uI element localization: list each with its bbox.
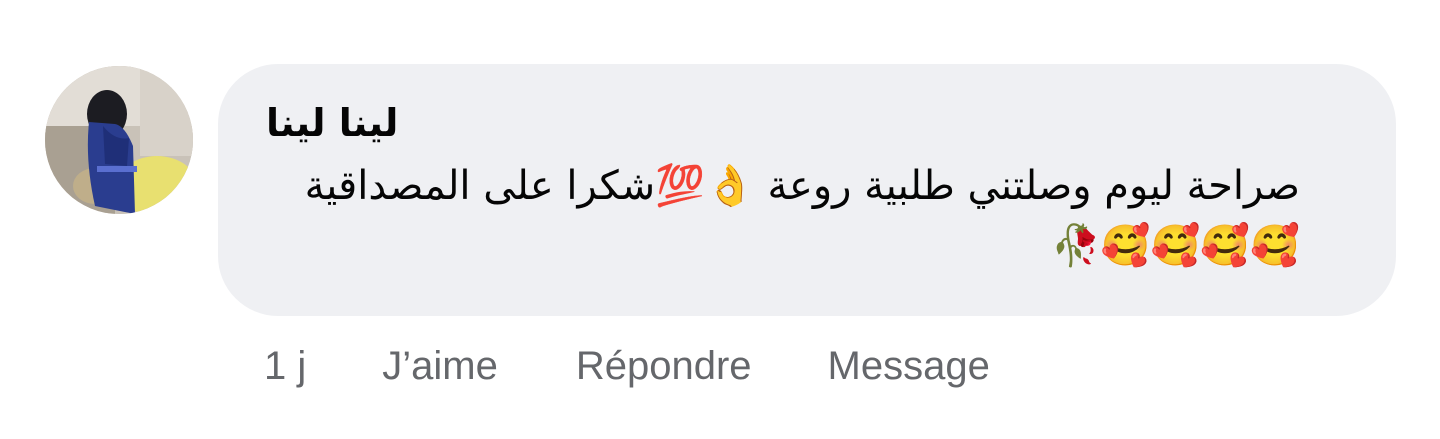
reply-button[interactable]: Répondre <box>576 344 752 389</box>
avatar-photo <box>45 66 193 214</box>
comment-bubble: لينا لينا صراحة ليوم وصلتني طلبية روعة 👌… <box>218 64 1396 316</box>
comment-author[interactable]: لينا لينا <box>266 98 398 148</box>
comment-actions: 1 j J’aime Répondre Message <box>264 338 990 394</box>
comment: لينا لينا صراحة ليوم وصلتني طلبية روعة 👌… <box>0 0 1440 439</box>
avatar[interactable] <box>45 66 193 214</box>
message-button[interactable]: Message <box>828 344 990 389</box>
comment-timestamp[interactable]: 1 j <box>264 344 306 389</box>
author-row: لينا لينا <box>266 98 1300 148</box>
like-button[interactable]: J’aime <box>382 344 498 389</box>
comment-text: صراحة ليوم وصلتني طلبية روعة 👌💯شكرا على … <box>291 163 1300 269</box>
